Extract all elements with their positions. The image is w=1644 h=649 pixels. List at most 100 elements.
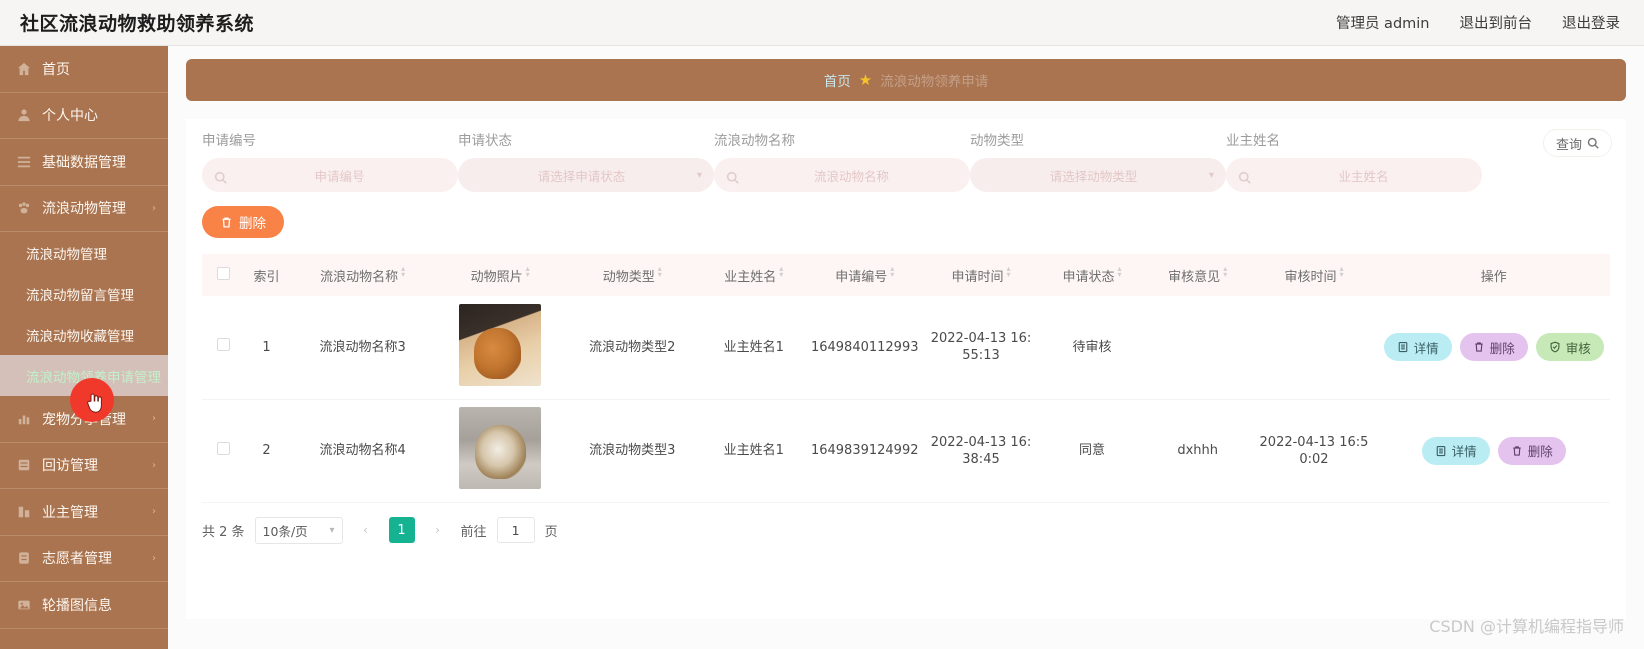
- row-delete-button[interactable]: 删除: [1459, 333, 1528, 362]
- sidebar-subitem-stray-animal-messages[interactable]: 流浪动物留言管理: [0, 273, 168, 314]
- table-toolbar: 删除: [186, 192, 1626, 238]
- th-select-all[interactable]: [202, 254, 244, 296]
- filter-animal-type: 动物类型 请选择动物类型 ▾: [970, 129, 1226, 192]
- th-label: 审核时间: [1284, 269, 1337, 285]
- sidebar-item-carousel-info[interactable]: 轮播图信息: [0, 582, 168, 629]
- table-row: 2 流浪动物名称4 流浪动物类型3 业主姓名1 1649839124992 20…: [202, 399, 1610, 502]
- goto-page-input[interactable]: [496, 517, 535, 543]
- sidebar-item-personal-center[interactable]: 个人中心: [0, 93, 168, 139]
- th-review-note[interactable]: 审核意见 ▴ ▾: [1145, 254, 1251, 296]
- row-checkbox[interactable]: [216, 441, 230, 455]
- row-detail-label: 详情: [1451, 444, 1477, 459]
- sidebar-item-label: 轮播图信息: [42, 597, 112, 614]
- sidebar-item-label: 业主管理: [42, 504, 98, 521]
- trash-icon: [1512, 445, 1521, 456]
- th-animal-photo[interactable]: 动物照片 ▴ ▾: [437, 254, 564, 296]
- cell-apply-no: 1649840112993: [810, 339, 919, 355]
- chevron-down-icon: ▾: [1208, 169, 1214, 181]
- cell-index: 1: [262, 339, 271, 355]
- owner-name-input[interactable]: 业主姓名: [1226, 158, 1482, 192]
- prev-page-button[interactable]: ‹: [353, 517, 379, 543]
- check-shield-icon: [1550, 341, 1560, 353]
- building-icon: [16, 504, 32, 520]
- th-owner-name[interactable]: 业主姓名 ▴ ▾: [701, 254, 807, 296]
- row-detail-button[interactable]: 详情: [1383, 333, 1452, 362]
- th-apply-status[interactable]: 申请状态 ▴ ▾: [1039, 254, 1145, 296]
- apply-status-select[interactable]: 请选择申请状态 ▾: [458, 158, 714, 192]
- sidebar-item-label: 志愿者管理: [42, 551, 112, 568]
- cell-review-note: dxhhh: [1177, 443, 1219, 458]
- page-size-select[interactable]: 10条/页 ▾: [254, 516, 343, 544]
- next-page-button[interactable]: ›: [425, 517, 451, 543]
- sidebar-item-label: 流浪动物管理: [42, 201, 126, 218]
- select-all-checkbox[interactable]: [216, 266, 230, 280]
- star-icon: ★: [858, 71, 873, 89]
- apply-no-input[interactable]: 申请编号: [202, 158, 458, 192]
- sidebar-item-owner-mgmt[interactable]: 业主管理 ›: [0, 489, 168, 536]
- animal-name-input[interactable]: 流浪动物名称: [714, 158, 970, 192]
- sidebar-item-basic-data[interactable]: 基础数据管理: [0, 139, 168, 186]
- filter-label: 申请状态: [458, 133, 512, 149]
- th-label: 动物类型: [602, 269, 655, 285]
- row-checkbox[interactable]: [216, 338, 230, 352]
- sidebar-item-home[interactable]: 首页: [0, 46, 168, 93]
- sidebar-item-revisit-mgmt[interactable]: 回访管理 ›: [0, 443, 168, 489]
- page-size-label: 10条/页: [262, 523, 308, 539]
- chart-icon: [16, 411, 32, 427]
- table-row: 1 流浪动物名称3 流浪动物类型2 业主姓名1 1649840112993 20…: [202, 296, 1610, 399]
- logout-link[interactable]: 退出登录: [1562, 12, 1620, 33]
- sidebar-item-label: 个人中心: [42, 108, 98, 125]
- document-icon: [1398, 342, 1407, 353]
- th-actions: 操作: [1377, 254, 1610, 296]
- table-header-row: 索引 流浪动物名称 ▴ ▾ 动物照片 ▴ ▾ 动物类型 ▴ ▾ 业主姓名 ▴ ▾…: [202, 254, 1610, 296]
- paw-icon: [16, 200, 32, 216]
- cell-photo[interactable]: [437, 399, 564, 502]
- sort-icon[interactable]: ▴ ▾: [1007, 265, 1011, 281]
- row-detail-label: 详情: [1413, 340, 1439, 356]
- th-label: 流浪动物名称: [320, 269, 399, 285]
- filter-label: 动物类型: [970, 133, 1024, 149]
- filter-owner-name: 业主姓名 业主姓名: [1226, 129, 1482, 192]
- sidebar-navigation: 首页 个人中心 基础数据管理 流浪动物管理 › 流浪动物管理 流浪动物留言管理 …: [0, 46, 168, 649]
- row-detail-button[interactable]: 详情: [1421, 436, 1490, 465]
- sort-icon[interactable]: ▴ ▾: [1117, 265, 1121, 281]
- input-placeholder: 业主姓名: [1338, 168, 1389, 184]
- bulk-delete-button[interactable]: 删除: [202, 206, 284, 238]
- sidebar-subitem-stray-animal[interactable]: 流浪动物管理: [0, 232, 168, 273]
- cell-checkbox[interactable]: [202, 399, 244, 502]
- sidebar-item-label: 基础数据管理: [42, 154, 126, 171]
- dog-photo[interactable]: [459, 407, 542, 489]
- cell-checkbox[interactable]: [202, 296, 244, 399]
- breadcrumb-home-link[interactable]: 首页: [824, 70, 851, 90]
- row-delete-label: 删除: [1527, 444, 1553, 459]
- main-content-area: 首页 ★ 流浪动物领养申请 申请编号 申请编号 申请状态 请选择申请状态 ▾ 流…: [168, 46, 1644, 649]
- th-label: 申请编号: [835, 269, 888, 285]
- logout-to-frontend-link[interactable]: 退出到前台: [1460, 12, 1533, 33]
- page-number-1[interactable]: 1: [388, 517, 415, 543]
- sidebar-subitem-stray-animal-favorites[interactable]: 流浪动物收藏管理: [0, 314, 168, 355]
- sort-icon[interactable]: ▴ ▾: [401, 265, 405, 281]
- th-review-time[interactable]: 审核时间 ▴ ▾: [1251, 254, 1378, 296]
- th-apply-no[interactable]: 申请编号 ▴ ▾: [807, 254, 923, 296]
- cell-photo[interactable]: [437, 296, 564, 399]
- sort-icon[interactable]: ▴ ▾: [658, 265, 662, 281]
- sort-icon[interactable]: ▴ ▾: [779, 265, 783, 281]
- current-user-label: 管理员 admin: [1335, 16, 1430, 32]
- th-animal-type[interactable]: 动物类型 ▴ ▾: [564, 254, 701, 296]
- th-apply-time[interactable]: 申请时间 ▴ ▾: [923, 254, 1039, 296]
- th-animal-name[interactable]: 流浪动物名称 ▴ ▾: [289, 254, 437, 296]
- animal-type-select[interactable]: 请选择动物类型 ▾: [970, 158, 1226, 192]
- sort-icon[interactable]: ▴ ▾: [890, 265, 894, 281]
- sidebar-item-volunteer-mgmt[interactable]: 志愿者管理 ›: [0, 536, 168, 582]
- breadcrumb: 首页 ★ 流浪动物领养申请: [186, 59, 1626, 101]
- sidebar-item-stray-animal-mgmt[interactable]: 流浪动物管理 ›: [0, 186, 168, 232]
- cat-photo[interactable]: [459, 303, 542, 386]
- sort-icon[interactable]: ▴ ▾: [1339, 265, 1343, 281]
- table-header: 索引 流浪动物名称 ▴ ▾ 动物照片 ▴ ▾ 动物类型 ▴ ▾ 业主姓名 ▴ ▾…: [202, 254, 1610, 296]
- sort-icon[interactable]: ▴ ▾: [526, 265, 530, 281]
- row-delete-button[interactable]: 删除: [1497, 436, 1566, 465]
- sort-icon[interactable]: ▴ ▾: [1223, 265, 1227, 281]
- row-audit-button[interactable]: 审核: [1535, 333, 1604, 362]
- query-button[interactable]: 查询: [1542, 129, 1612, 157]
- cell-apply-time: 2022-04-13 16:38:45: [930, 434, 1032, 467]
